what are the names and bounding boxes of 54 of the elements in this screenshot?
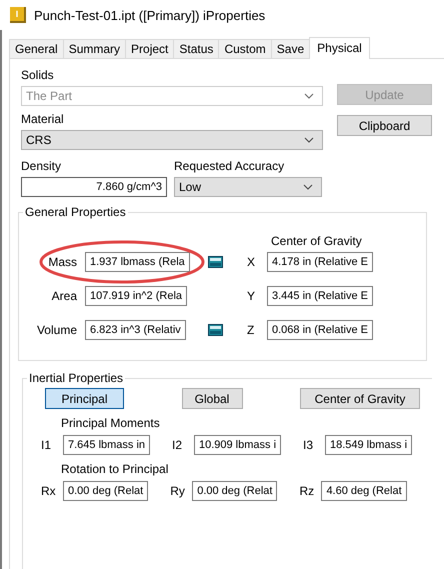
- field-label: Requested Accuracy: [174, 159, 286, 173]
- field-label: Material: [21, 112, 65, 126]
- tab[interactable]: Custom: [218, 39, 272, 58]
- app-icon: I: [10, 7, 26, 23]
- chevron-icon: [304, 93, 314, 99]
- tab[interactable]: Summary: [62, 39, 126, 58]
- value-field: 4.60 deg (Relat: [321, 481, 407, 501]
- axis-label: Y: [246, 289, 256, 303]
- column-header: Center of Gravity: [270, 234, 363, 248]
- accuracy-dropdown[interactable]: Low: [174, 177, 322, 197]
- tab[interactable]: Status: [173, 39, 220, 58]
- calculator-icon[interactable]: [208, 256, 223, 268]
- group-title: Inertial Properties: [28, 371, 124, 385]
- field-label: Area: [50, 289, 78, 303]
- value-field: 10.909 lbmass i: [194, 435, 281, 455]
- field-label: Density: [21, 159, 62, 173]
- calculator-icon[interactable]: [208, 324, 223, 336]
- mode-button[interactable]: Principal: [45, 388, 124, 409]
- value-field: 6.823 in^3 (Relativ: [85, 320, 186, 340]
- value-field: 18.549 lbmass i: [324, 435, 412, 455]
- tab[interactable]: Physical: [309, 37, 370, 59]
- mode-button[interactable]: Global: [182, 388, 242, 409]
- material-dropdown[interactable]: CRS: [21, 130, 323, 150]
- field-label: Solids: [21, 68, 55, 82]
- tab[interactable]: General: [9, 39, 64, 58]
- value-field: 4.178 in (Relative E: [267, 252, 373, 272]
- action-button[interactable]: Clipboard: [337, 115, 432, 136]
- field-label: Volume: [36, 323, 78, 337]
- field-label: Mass: [47, 255, 78, 269]
- field-label: I2: [171, 438, 184, 452]
- value-field: 107.919 in^2 (Rela: [85, 286, 188, 306]
- field-label: Rx: [40, 484, 57, 498]
- field-label: I3: [302, 438, 314, 452]
- value-field: 0.068 in (Relative E: [267, 320, 373, 340]
- chevron-icon: [304, 137, 314, 143]
- tab[interactable]: Project: [125, 39, 174, 58]
- mode-button[interactable]: Center of Gravity: [300, 388, 420, 409]
- field-label: I1: [40, 438, 52, 452]
- section-label: Rotation to Principal: [60, 462, 170, 476]
- field-label: Rz: [298, 484, 316, 498]
- section-label: Principal Moments: [60, 416, 161, 430]
- field-label: Ry: [169, 484, 186, 498]
- value-field: 0.00 deg (Relat: [192, 481, 278, 501]
- value-field: 3.445 in (Relative E: [267, 286, 373, 306]
- tab[interactable]: Save: [270, 39, 310, 58]
- value-field: 7.645 lbmass in: [62, 435, 150, 455]
- axis-label: X: [246, 255, 256, 269]
- group-title: General Properties: [24, 205, 127, 219]
- value-field: 0.00 deg (Relat: [63, 481, 148, 501]
- axis-label: Z: [246, 323, 256, 337]
- density-field[interactable]: 7.860 g/cm^3: [21, 177, 167, 197]
- chevron-icon: [303, 184, 313, 190]
- value-field: 1.937 lbmass (Rela: [85, 252, 190, 272]
- window-title: Punch-Test-01.ipt ([Primary]) iProperties: [34, 8, 266, 22]
